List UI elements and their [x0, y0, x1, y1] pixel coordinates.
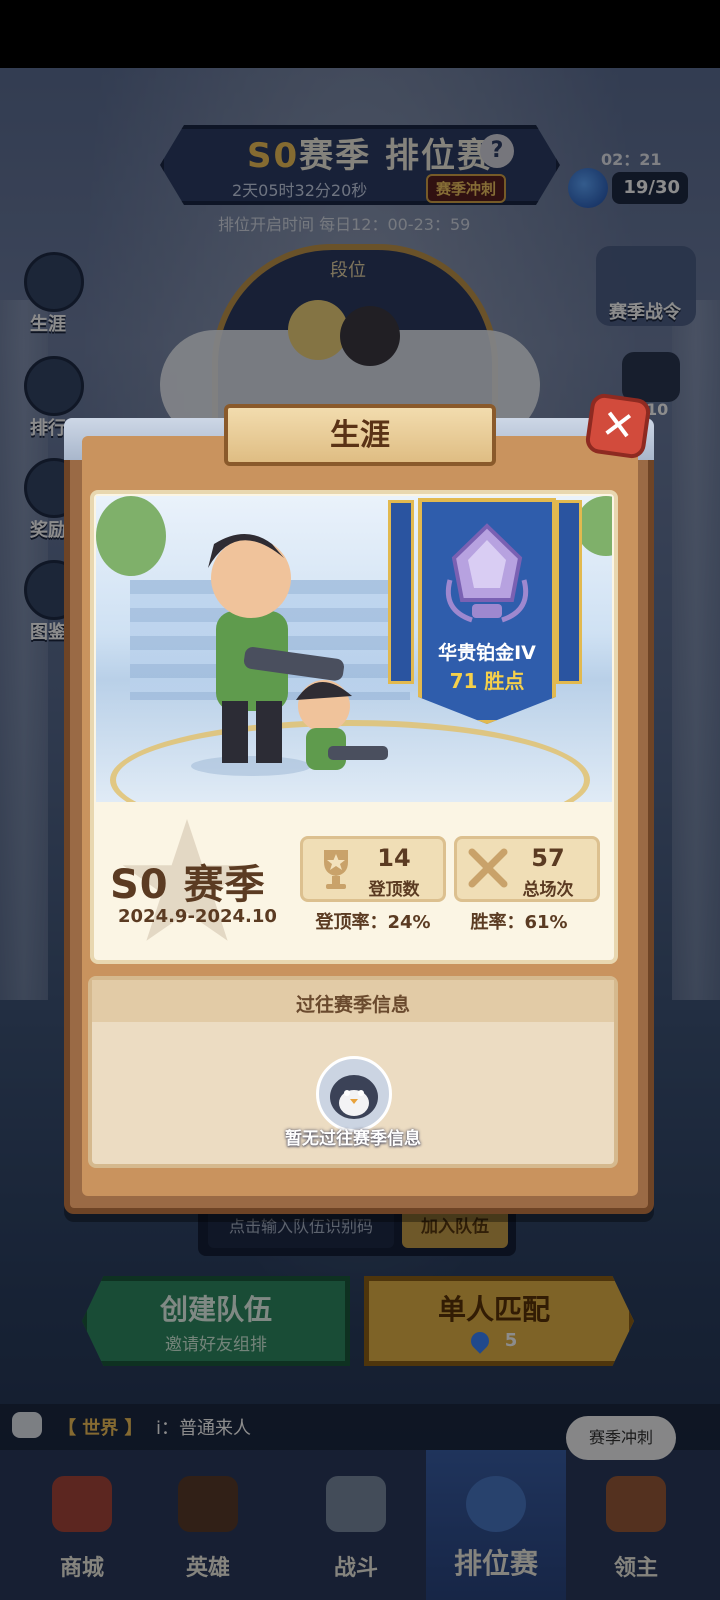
summit-label: 登顶数	[368, 880, 420, 900]
season-name: S0 赛季	[110, 862, 266, 908]
match-label: 总场次	[522, 880, 574, 900]
rank-banner-flag	[388, 500, 414, 684]
rank-banner-flag	[556, 500, 582, 684]
penguin-face	[330, 1075, 378, 1119]
penguin-mascot-icon	[316, 1056, 392, 1132]
past-seasons-title: 过往赛季信息	[295, 994, 410, 1016]
platinum-rank-icon	[445, 523, 529, 623]
close-button[interactable]: ✕	[584, 392, 652, 460]
rank-points: 71 胜点	[449, 669, 525, 693]
summit-rate: 登顶率：24%	[315, 912, 431, 933]
season-dates: 2024.9-2024.10	[118, 906, 277, 927]
win-rate: 胜率：61%	[470, 912, 568, 933]
match-count: 57	[531, 844, 565, 872]
modal-title: 生涯	[330, 418, 390, 453]
crossed-swords-icon	[468, 848, 508, 888]
summit-count: 14	[377, 844, 411, 872]
close-icon: ✕	[598, 400, 638, 452]
trophy-icon	[324, 850, 348, 889]
status-bar	[0, 0, 720, 68]
rank-name: 华贵铂金IV	[438, 642, 536, 664]
past-seasons-empty: 暂无过往赛季信息	[285, 1129, 421, 1149]
